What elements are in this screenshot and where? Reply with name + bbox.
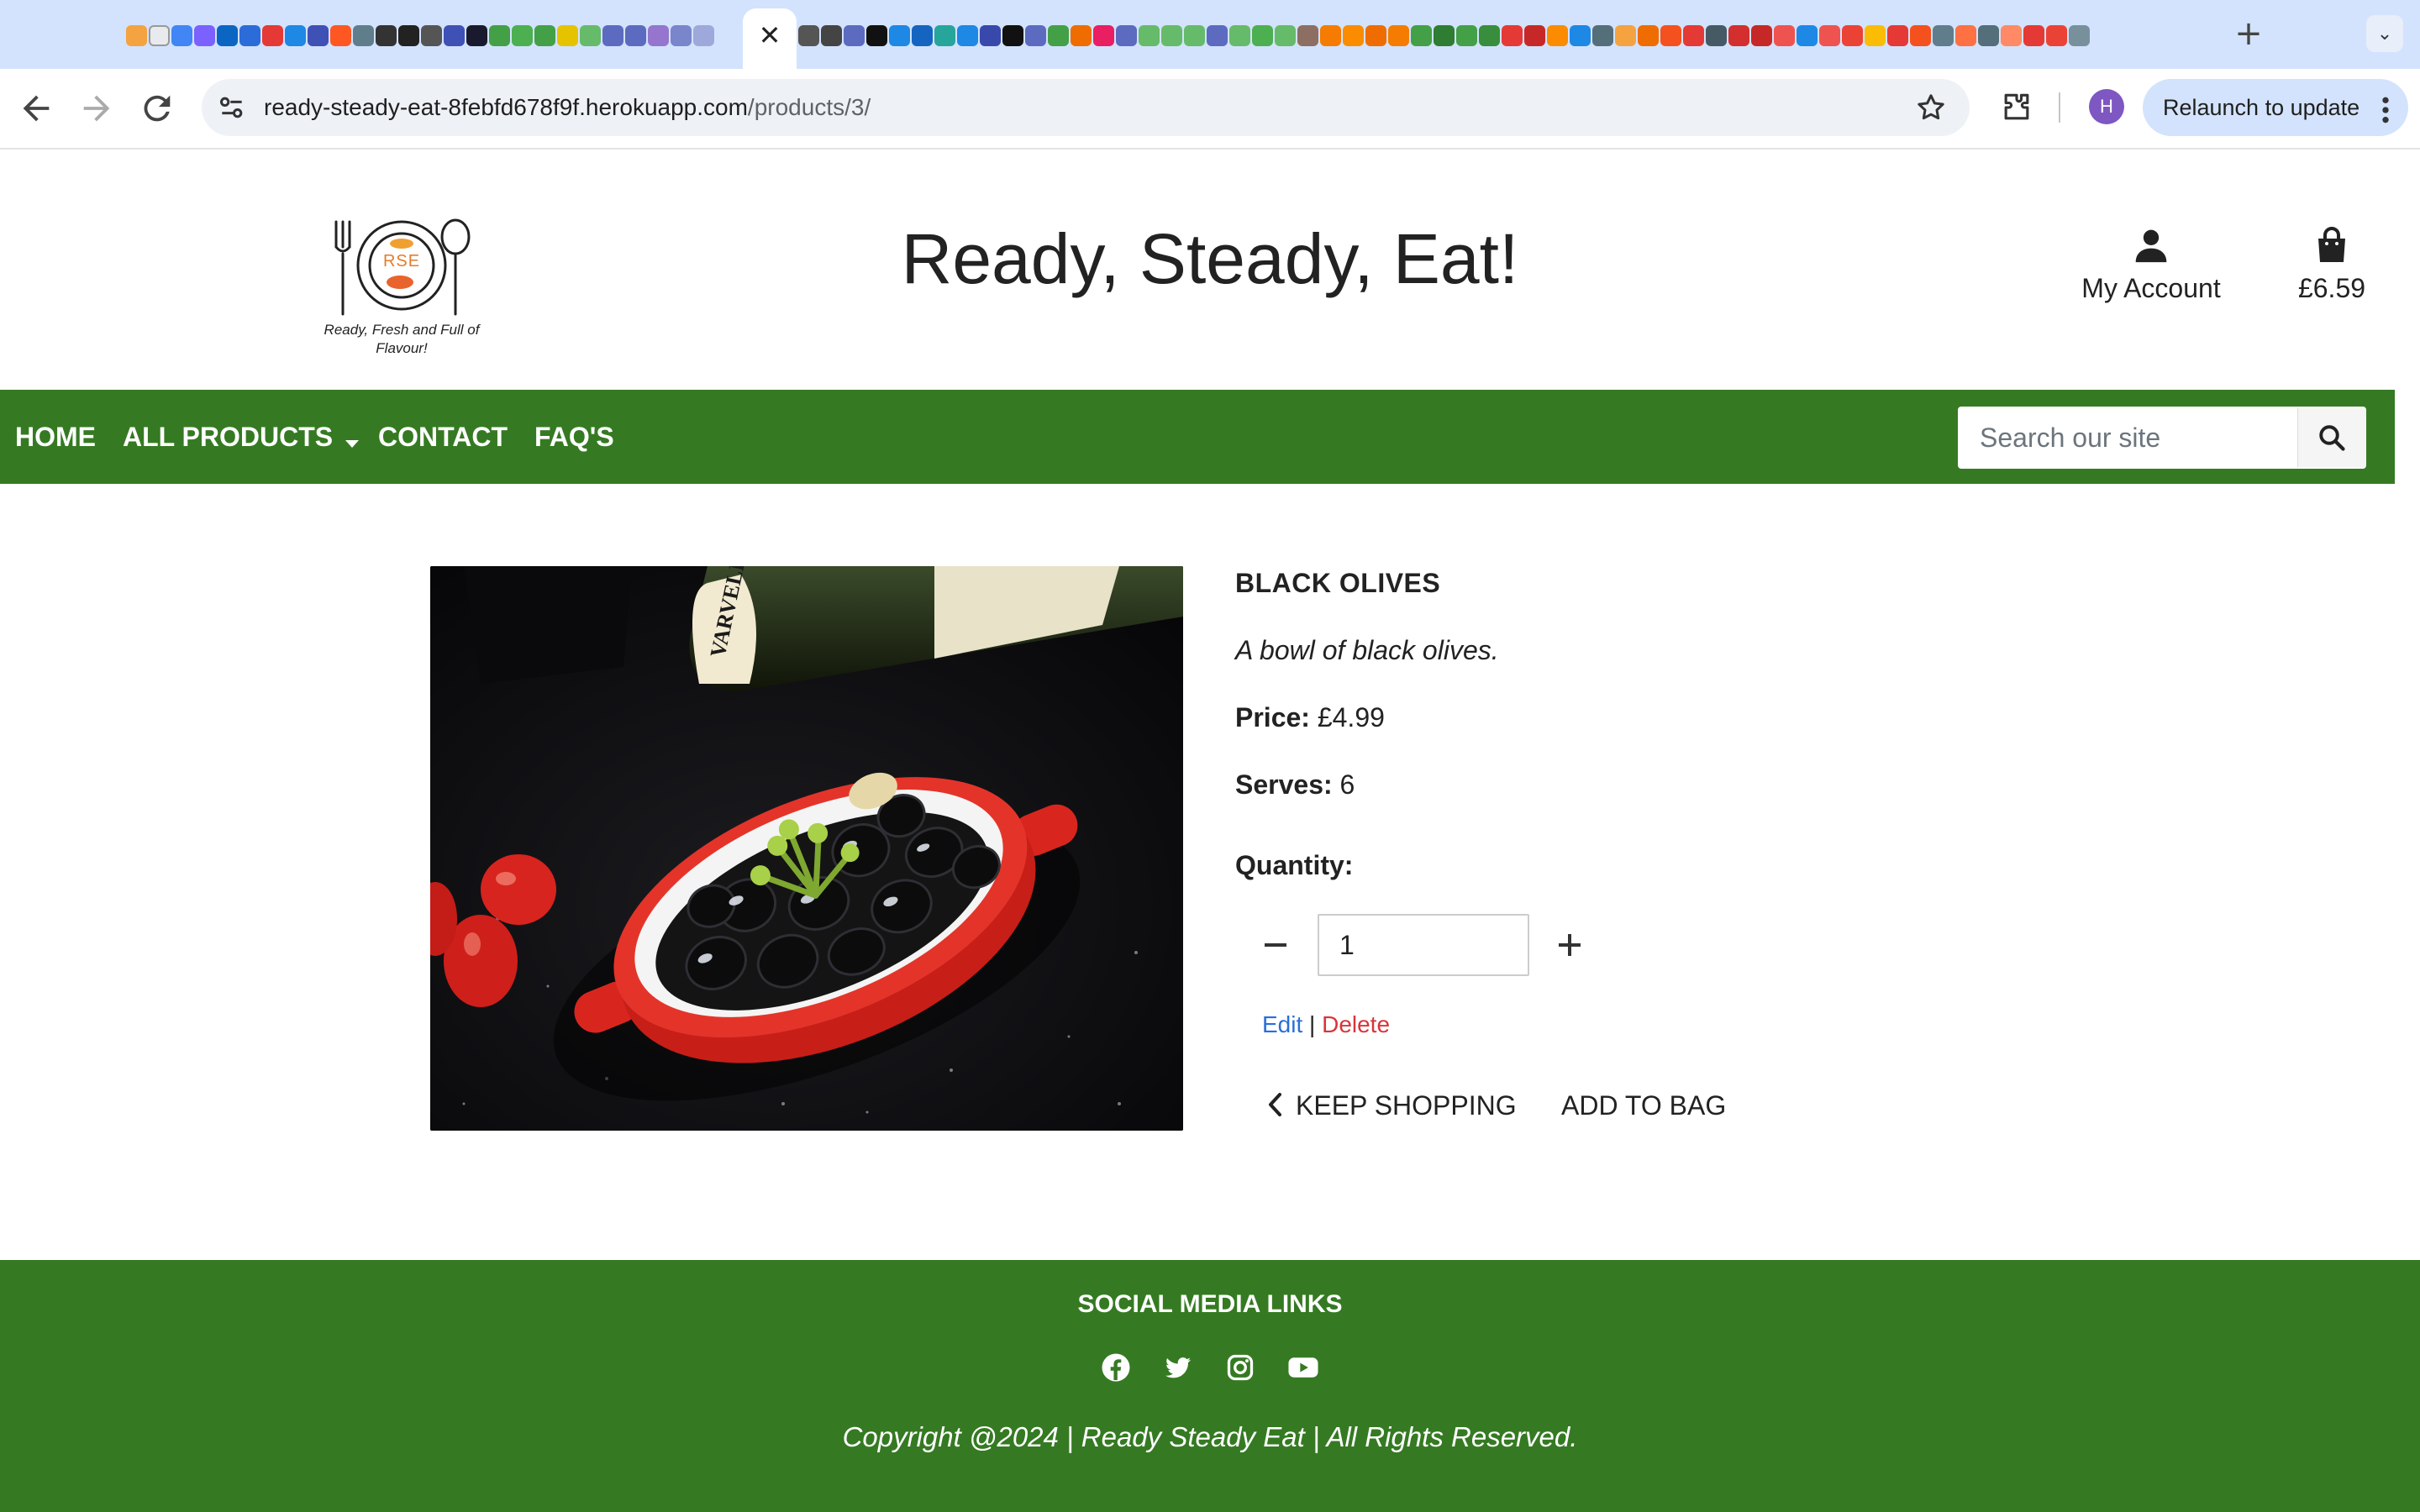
reload-icon[interactable] bbox=[138, 89, 176, 128]
admin-actions: Edit | Delete bbox=[1262, 1011, 1390, 1038]
product-image: VARVELLO bbox=[430, 566, 1183, 1131]
plus-icon bbox=[1557, 932, 1582, 975]
nav-contact[interactable]: CONTACT bbox=[378, 420, 508, 454]
decrement-quantity-button[interactable] bbox=[1259, 924, 1292, 966]
tab-favicons[interactable] bbox=[798, 18, 2090, 52]
url-host: ready-steady-eat-8febfd678f9f.herokuapp.… bbox=[264, 94, 748, 120]
bag-total: £6.59 bbox=[2297, 273, 2366, 303]
shopping-bag-icon bbox=[2315, 227, 2349, 267]
action-separator: | bbox=[1309, 1011, 1316, 1037]
youtube-icon[interactable] bbox=[1287, 1352, 1319, 1389]
my-account-link[interactable]: My Account bbox=[2067, 227, 2235, 304]
serves-label: Serves: bbox=[1235, 769, 1333, 800]
delete-product-link[interactable]: Delete bbox=[1322, 1011, 1390, 1037]
quantity-label: Quantity: bbox=[1235, 850, 1354, 880]
product-serves: Serves: 6 bbox=[1235, 769, 1355, 801]
tab-search-chevron-icon[interactable]: ⌄ bbox=[2366, 15, 2403, 52]
footer-social-title: SOCIAL MEDIA LINKS bbox=[1077, 1290, 1343, 1318]
edit-product-link[interactable]: Edit bbox=[1262, 1011, 1302, 1037]
serves-value: 6 bbox=[1339, 769, 1355, 800]
quantity-input[interactable] bbox=[1318, 914, 1529, 976]
nav-all-products-label: ALL PRODUCTS bbox=[123, 422, 334, 452]
copyright-text: Copyright @2024 | Ready Steady Eat | All… bbox=[842, 1421, 1578, 1452]
keep-shopping-button[interactable]: KEEP SHOPPING bbox=[1267, 1089, 1517, 1122]
increment-quantity-button[interactable] bbox=[1553, 924, 1586, 966]
kebab-menu-icon[interactable] bbox=[2373, 91, 2398, 124]
price-label: Price: bbox=[1235, 702, 1310, 732]
my-account-label: My Account bbox=[2081, 273, 2221, 303]
product-price: Price: £4.99 bbox=[1235, 702, 1385, 733]
search-input[interactable] bbox=[1960, 408, 2296, 467]
social-links bbox=[1101, 1352, 1319, 1389]
url-text[interactable]: ready-steady-eat-8febfd678f9f.herokuapp.… bbox=[264, 91, 871, 124]
minus-icon bbox=[1263, 932, 1288, 975]
user-icon bbox=[2133, 229, 2170, 267]
profile-avatar[interactable]: H bbox=[2089, 89, 2124, 124]
site-title: Ready, Steady, Eat! bbox=[901, 219, 1519, 298]
price-value: £4.99 bbox=[1317, 702, 1385, 732]
relaunch-button[interactable]: Relaunch to update bbox=[2143, 79, 2408, 136]
forward-arrow-icon[interactable] bbox=[77, 89, 116, 128]
nav-faqs[interactable]: FAQ'S bbox=[534, 420, 614, 454]
extensions-icon[interactable] bbox=[1998, 89, 2035, 126]
toolbar-divider bbox=[2059, 92, 2060, 123]
caret-down-icon bbox=[345, 423, 359, 456]
bookmark-star-icon[interactable] bbox=[1914, 91, 1948, 124]
url-path: /products/3/ bbox=[747, 94, 871, 120]
twitter-icon[interactable] bbox=[1163, 1352, 1193, 1389]
pinned-tab-favicons[interactable] bbox=[126, 18, 714, 52]
relaunch-label: Relaunch to update bbox=[2163, 95, 2360, 120]
shopping-bag-link[interactable]: £6.59 bbox=[2277, 227, 2386, 304]
product-description: A bowl of black olives. bbox=[1235, 635, 1499, 665]
back-arrow-icon[interactable] bbox=[17, 89, 55, 128]
product-name: BLACK OLIVES bbox=[1235, 568, 1441, 598]
add-to-bag-button[interactable]: ADD TO BAG bbox=[1561, 1089, 1726, 1122]
logo-tagline: Ready, Fresh and Full of Flavour! bbox=[324, 322, 480, 356]
tab-close-icon[interactable]: ✕ bbox=[753, 18, 786, 52]
search-icon bbox=[2317, 423, 2347, 457]
nav-home[interactable]: HOME bbox=[15, 420, 96, 454]
new-tab-button[interactable]: + bbox=[2232, 15, 2265, 52]
chevron-left-icon bbox=[1267, 1091, 1282, 1125]
nav-all-products[interactable]: ALL PRODUCTS bbox=[123, 420, 359, 454]
instagram-icon[interactable] bbox=[1225, 1352, 1255, 1389]
search-button[interactable] bbox=[2297, 408, 2365, 467]
keep-shopping-label: KEEP SHOPPING bbox=[1296, 1090, 1517, 1121]
facebook-icon[interactable] bbox=[1101, 1352, 1131, 1389]
site-info-icon[interactable] bbox=[215, 91, 249, 124]
